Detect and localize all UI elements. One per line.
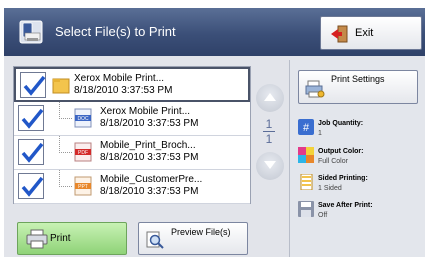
save-after-print-value: Off	[318, 212, 328, 219]
pdf-file-icon: PDF	[74, 142, 92, 162]
save-icon	[298, 201, 314, 217]
exit-label: Exit	[355, 27, 374, 39]
folder-icon	[52, 78, 70, 94]
file-row[interactable]: PDF Mobile_Print_Broch... 8/18/2010 3:37…	[14, 136, 250, 170]
scroll-down-button[interactable]	[256, 152, 284, 180]
preview-files-label: Preview File(s)	[171, 227, 231, 237]
page-title: Select File(s) to Print	[55, 24, 176, 39]
file-name: Xerox Mobile Print...	[100, 106, 191, 117]
page-current: 1	[265, 117, 273, 131]
sided-printing-label: Sided Printing:	[318, 175, 368, 182]
page-icon	[300, 174, 313, 190]
file-date: 8/18/2010 3:37:53 PM	[100, 118, 199, 129]
print-settings-label: Print Settings	[331, 74, 385, 84]
file-name: Mobile_Print_Broch...	[100, 140, 196, 151]
print-label: Print	[50, 233, 71, 244]
ppt-file-icon: PPT	[74, 176, 92, 196]
svg-text:#: #	[303, 122, 310, 134]
exit-button[interactable]: Exit	[320, 16, 422, 50]
settings-panel: Print Settings # Job Quantity: 1 Output …	[289, 60, 425, 257]
file-type-badge: DOC	[77, 116, 89, 122]
sided-printing-value: 1 Sided	[318, 185, 342, 192]
preview-magnifier-icon	[146, 231, 164, 249]
scroll-up-button[interactable]	[256, 84, 284, 112]
file-date: 8/18/2010 3:37:53 PM	[100, 186, 199, 197]
tree-connector	[59, 170, 72, 187]
save-after-print-label: Save After Print:	[318, 202, 373, 209]
check-icon	[23, 75, 46, 96]
print-settings-button[interactable]: Print Settings	[298, 70, 418, 104]
hash-icon: #	[298, 119, 314, 135]
checkbox-checked[interactable]	[18, 139, 44, 165]
preview-files-button[interactable]: Preview File(s)	[138, 222, 248, 255]
tree-connector	[59, 136, 72, 153]
page-total: 1	[265, 132, 273, 146]
header-bar: Select File(s) to Print Exit	[4, 8, 425, 56]
color-icon	[298, 147, 314, 163]
file-type-badge: PDF	[78, 150, 88, 156]
file-name: Xerox Mobile Print...	[74, 73, 165, 84]
print-app-screen: Select File(s) to Print Exit Xerox Mobil…	[4, 8, 425, 257]
checkbox-checked[interactable]	[18, 105, 44, 131]
tree-connector	[59, 102, 72, 119]
chevron-up-icon	[264, 93, 276, 101]
print-button[interactable]: Print	[17, 222, 127, 255]
checkbox-checked[interactable]	[18, 173, 44, 199]
printer-icon	[26, 229, 48, 249]
check-icon	[21, 176, 44, 197]
output-color-label: Output Color:	[318, 148, 364, 155]
print-settings-icon	[305, 80, 325, 98]
check-icon	[21, 108, 44, 129]
file-list: Xerox Mobile Print... 8/18/2010 3:37:53 …	[13, 66, 251, 204]
file-row[interactable]: DOC Xerox Mobile Print... 8/18/2010 3:37…	[14, 102, 250, 136]
checkbox-checked[interactable]	[20, 72, 46, 98]
file-name: Mobile_CustomerPre...	[100, 174, 203, 185]
file-row[interactable]: Xerox Mobile Print... 8/18/2010 3:37:53 …	[14, 67, 250, 102]
chevron-down-icon	[264, 161, 276, 169]
check-icon	[21, 142, 44, 163]
file-date: 8/18/2010 3:37:53 PM	[100, 152, 199, 163]
file-date: 8/18/2010 3:37:53 PM	[74, 85, 173, 96]
file-row[interactable]: PPT Mobile_CustomerPre... 8/18/2010 3:37…	[14, 170, 250, 204]
job-quantity-value: 1	[318, 130, 322, 137]
exit-door-icon	[331, 25, 348, 43]
doc-file-icon: DOC	[74, 108, 92, 128]
job-quantity-label: Job Quantity:	[318, 120, 364, 127]
file-type-badge: PPT	[78, 184, 88, 190]
mobile-print-icon	[19, 20, 43, 44]
output-color-value: Full Color	[318, 158, 348, 165]
